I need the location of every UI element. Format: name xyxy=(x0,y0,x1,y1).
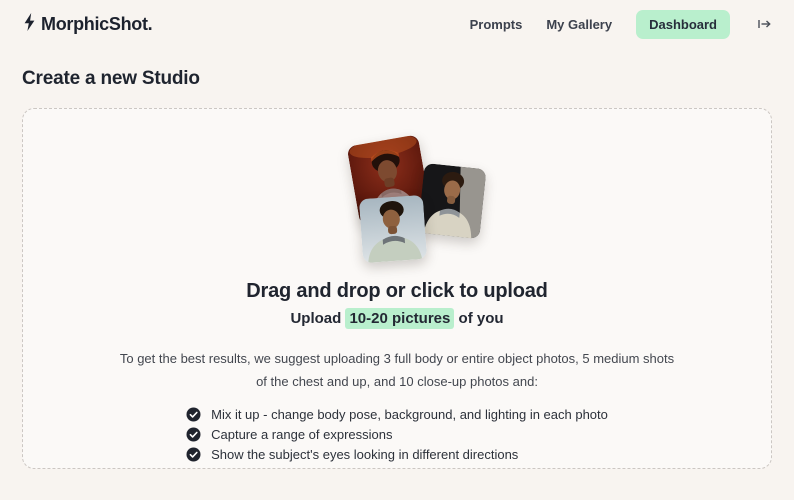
dropzone-description: To get the best results, we suggest uplo… xyxy=(119,351,675,389)
check-badge-icon xyxy=(186,447,201,462)
dropzone-heading: Drag and drop or click to upload xyxy=(246,280,548,302)
sample-photo-sky-background xyxy=(358,194,428,264)
header: MorphicShot. Prompts My Gallery Dashboar… xyxy=(0,0,794,48)
sample-photo-collage xyxy=(309,134,487,268)
subtitle-suffix: of you xyxy=(454,310,504,327)
checklist-item-text: Capture a range of expressions xyxy=(211,426,393,442)
check-badge-icon xyxy=(186,427,201,442)
checklist-item: Capture a range of expressions xyxy=(186,427,608,442)
nav-item-dashboard[interactable]: Dashboard xyxy=(636,9,730,39)
logo[interactable]: MorphicShot. xyxy=(22,12,153,37)
sample-photo-dark-background xyxy=(417,162,487,240)
dropzone-subtitle: Upload 10-20 pictures of you xyxy=(23,308,771,329)
checklist-item-text: Mix it up - change body pose, background… xyxy=(211,406,608,422)
bolt-icon xyxy=(22,12,37,37)
main-nav: Prompts My Gallery Dashboard xyxy=(470,9,772,39)
checklist-item: Show the subject's eyes looking in diffe… xyxy=(186,447,608,462)
nav-item-prompts[interactable]: Prompts xyxy=(470,17,523,32)
page-title: Create a new Studio xyxy=(22,68,200,89)
subtitle-highlight: 10-20 pictures xyxy=(345,308,455,329)
checklist-item-text: Show the subject's eyes looking in diffe… xyxy=(211,446,519,462)
upload-tips-checklist: Mix it up - change body pose, background… xyxy=(186,407,608,462)
check-badge-icon xyxy=(186,407,201,422)
logo-text: MorphicShot. xyxy=(41,13,153,34)
checklist-item: Mix it up - change body pose, background… xyxy=(186,407,608,422)
subtitle-prefix: Upload xyxy=(290,310,346,327)
upload-dropzone[interactable]: Drag and drop or click to upload Upload … xyxy=(22,108,772,469)
nav-item-my-gallery[interactable]: My Gallery xyxy=(546,17,612,32)
logout-button[interactable] xyxy=(756,16,772,32)
logout-icon xyxy=(758,20,771,28)
